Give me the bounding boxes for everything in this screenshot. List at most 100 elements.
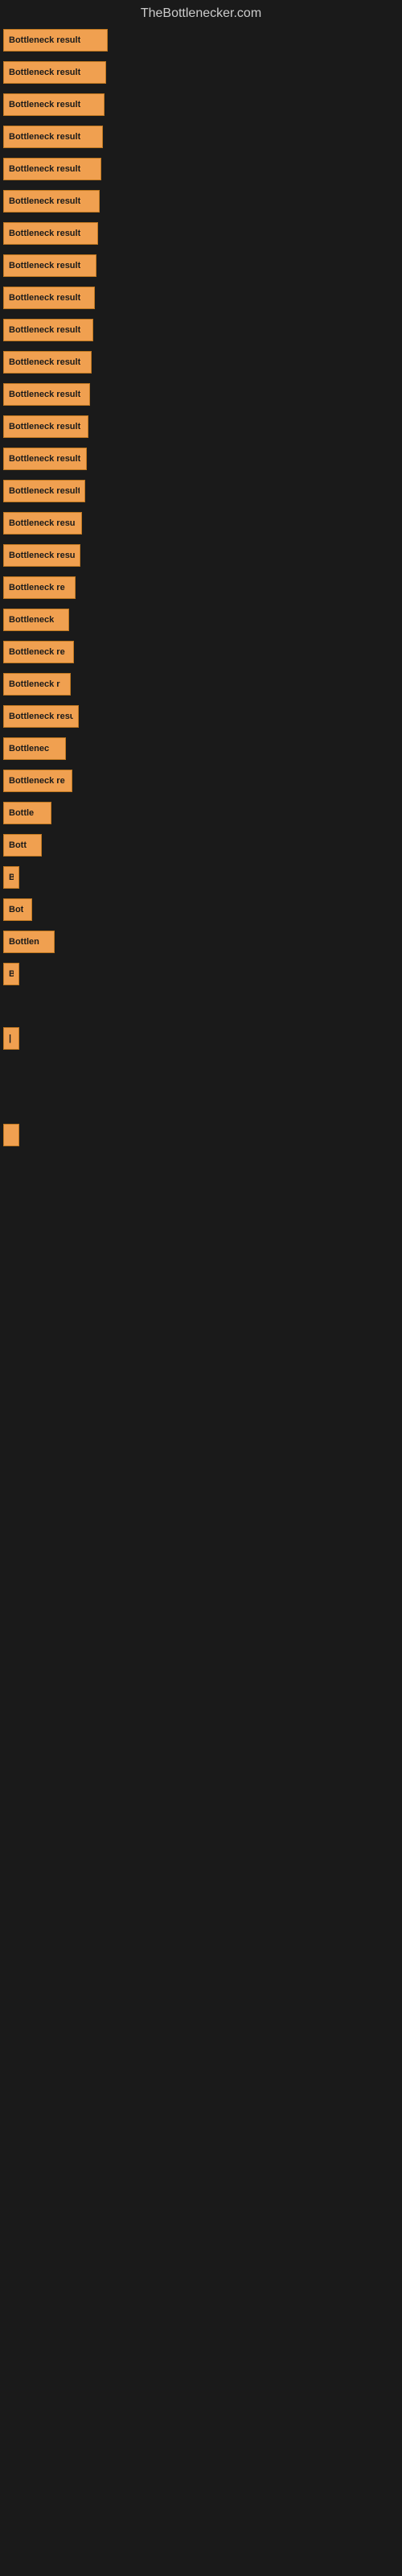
- bottleneck-bar[interactable]: Bottleneck result: [3, 415, 88, 438]
- bottleneck-label: Bottleneck r: [9, 679, 60, 689]
- bottleneck-bar[interactable]: Bottleneck result: [3, 61, 106, 84]
- bottleneck-label: Bottleneck result: [9, 551, 75, 560]
- list-item: Bottleneck result: [0, 346, 402, 378]
- list-item: Bottleneck result: [0, 539, 402, 572]
- list-item: [0, 1087, 402, 1103]
- bottleneck-label: Bottleneck result: [9, 293, 80, 303]
- bottleneck-label: Bottleneck re: [9, 583, 65, 592]
- list-item: Bottlen: [0, 926, 402, 958]
- list-item: Bott: [0, 829, 402, 861]
- list-item: Bottleneck r: [0, 668, 402, 700]
- bottleneck-bar[interactable]: Bottleneck result: [3, 287, 95, 309]
- list-item: Bottleneck re: [0, 636, 402, 668]
- bottleneck-label: Bott: [9, 840, 27, 850]
- list-item: Bottleneck result: [0, 443, 402, 475]
- site-title: TheBottlenecker.com: [0, 0, 402, 24]
- bottleneck-bar[interactable]: Bottleneck result: [3, 29, 108, 52]
- list-item: Bottleneck resu: [0, 700, 402, 733]
- list-item: Bottleneck result: [0, 56, 402, 89]
- bottleneck-bar[interactable]: Bottleneck result: [3, 448, 87, 470]
- bottleneck-label: Bottleneck result: [9, 164, 80, 174]
- bottleneck-label: Bottleneck result: [9, 325, 80, 335]
- bottleneck-bar[interactable]: Bottleneck re: [3, 641, 74, 663]
- bottleneck-bar[interactable]: Bottleneck result: [3, 544, 80, 567]
- bottleneck-label: B: [9, 873, 14, 882]
- list-item: Bottleneck result: [0, 378, 402, 411]
- bottleneck-label: Bottleneck resu: [9, 518, 76, 528]
- bottleneck-label: Bottleneck result: [9, 261, 80, 270]
- bottleneck-bar[interactable]: Bottleneck resu: [3, 512, 82, 535]
- list-item: Bottleneck result: [0, 24, 402, 56]
- list-item: [0, 1055, 402, 1071]
- bottleneck-bar[interactable]: Bottlenec: [3, 737, 66, 760]
- list-item: Bottleneck result: [0, 314, 402, 346]
- bottleneck-label: Bottleneck re: [9, 647, 65, 657]
- bottleneck-label: Bottleneck result: [9, 422, 80, 431]
- bottleneck-bar[interactable]: Bottleneck result: [3, 222, 98, 245]
- list-item: B: [0, 958, 402, 990]
- bottleneck-label: Bottleneck result: [9, 454, 80, 464]
- bottleneck-bar[interactable]: Bottleneck r: [3, 673, 71, 696]
- list-item: Bottleneck result: [0, 250, 402, 282]
- bottleneck-bar[interactable]: Bottleneck result: [3, 319, 93, 341]
- bottleneck-bar[interactable]: Bottleneck result: [3, 351, 92, 374]
- bottleneck-label: Bottleneck result: [9, 196, 80, 206]
- bottleneck-bar[interactable]: Bottleneck result: [3, 480, 85, 502]
- bottleneck-bar[interactable]: Bottleneck result: [3, 190, 100, 213]
- bottleneck-bar[interactable]: Bottleneck result: [3, 383, 90, 406]
- bottleneck-bar[interactable]: Bottleneck re: [3, 770, 72, 792]
- bottleneck-list: Bottleneck result Bottleneck result Bottle…: [0, 24, 402, 1151]
- bottleneck-bar[interactable]: Bottleneck result: [3, 93, 105, 116]
- bottleneck-bar[interactable]: Bot: [3, 898, 32, 921]
- list-item: Bottleneck result: [0, 475, 402, 507]
- bottleneck-label: Bottleneck result: [9, 390, 80, 399]
- bottleneck-label: Bottleneck resu: [9, 712, 73, 721]
- bottleneck-bar[interactable]: Bottleneck resu: [3, 705, 79, 728]
- bottleneck-label: Bottleneck result: [9, 486, 80, 496]
- bottleneck-label: Bottleneck re: [9, 776, 65, 786]
- bottleneck-bar[interactable]: Bottleneck result: [3, 254, 96, 277]
- bottleneck-label: |: [9, 1034, 11, 1043]
- bottleneck-label: Bottleneck result: [9, 357, 80, 367]
- list-item: Bottleneck re: [0, 572, 402, 604]
- list-item: Bottleneck result: [0, 89, 402, 121]
- list-item: [0, 1119, 402, 1151]
- list-item: Bottleneck result: [0, 153, 402, 185]
- bottleneck-label: Bottleneck result: [9, 132, 80, 142]
- bottleneck-label: Bottle: [9, 808, 34, 818]
- bottleneck-bar[interactable]: Bottlen: [3, 931, 55, 953]
- list-item: [0, 1006, 402, 1022]
- list-item: Bot: [0, 894, 402, 926]
- bottleneck-label: Bottleneck result: [9, 35, 80, 45]
- list-item: [0, 1103, 402, 1119]
- bottleneck-bar[interactable]: |: [3, 1027, 19, 1050]
- list-item: Bottlenec: [0, 733, 402, 765]
- list-item: B: [0, 861, 402, 894]
- bottleneck-label: B: [9, 969, 14, 979]
- list-item: Bottleneck resu: [0, 507, 402, 539]
- bottleneck-label: Bot: [9, 905, 23, 914]
- list-item: Bottleneck result: [0, 411, 402, 443]
- list-item: [0, 990, 402, 1006]
- list-item: Bottleneck result: [0, 185, 402, 217]
- list-item: Bottleneck result: [0, 217, 402, 250]
- bottleneck-label: Bottleneck result: [9, 100, 80, 109]
- bottleneck-bar[interactable]: B: [3, 866, 19, 889]
- bottleneck-bar[interactable]: Bottleneck result: [3, 158, 101, 180]
- bottleneck-label: Bottleneck result: [9, 68, 80, 77]
- bottleneck-bar[interactable]: Bottleneck re: [3, 576, 76, 599]
- bottleneck-bar[interactable]: Bott: [3, 834, 42, 857]
- bottleneck-bar[interactable]: B: [3, 963, 19, 985]
- list-item: Bottleneck result: [0, 282, 402, 314]
- bottleneck-bar-small[interactable]: [3, 1124, 19, 1146]
- bottleneck-bar[interactable]: Bottleneck result: [3, 126, 103, 148]
- bottleneck-bar[interactable]: Bottleneck: [3, 609, 69, 631]
- list-item: Bottle: [0, 797, 402, 829]
- list-item: Bottleneck: [0, 604, 402, 636]
- list-item: Bottleneck re: [0, 765, 402, 797]
- bottleneck-label: Bottleneck result: [9, 229, 80, 238]
- site-header: TheBottlenecker.com: [0, 0, 402, 24]
- list-item: |: [0, 1022, 402, 1055]
- bottleneck-label: Bottlenec: [9, 744, 49, 753]
- bottleneck-bar[interactable]: Bottle: [3, 802, 51, 824]
